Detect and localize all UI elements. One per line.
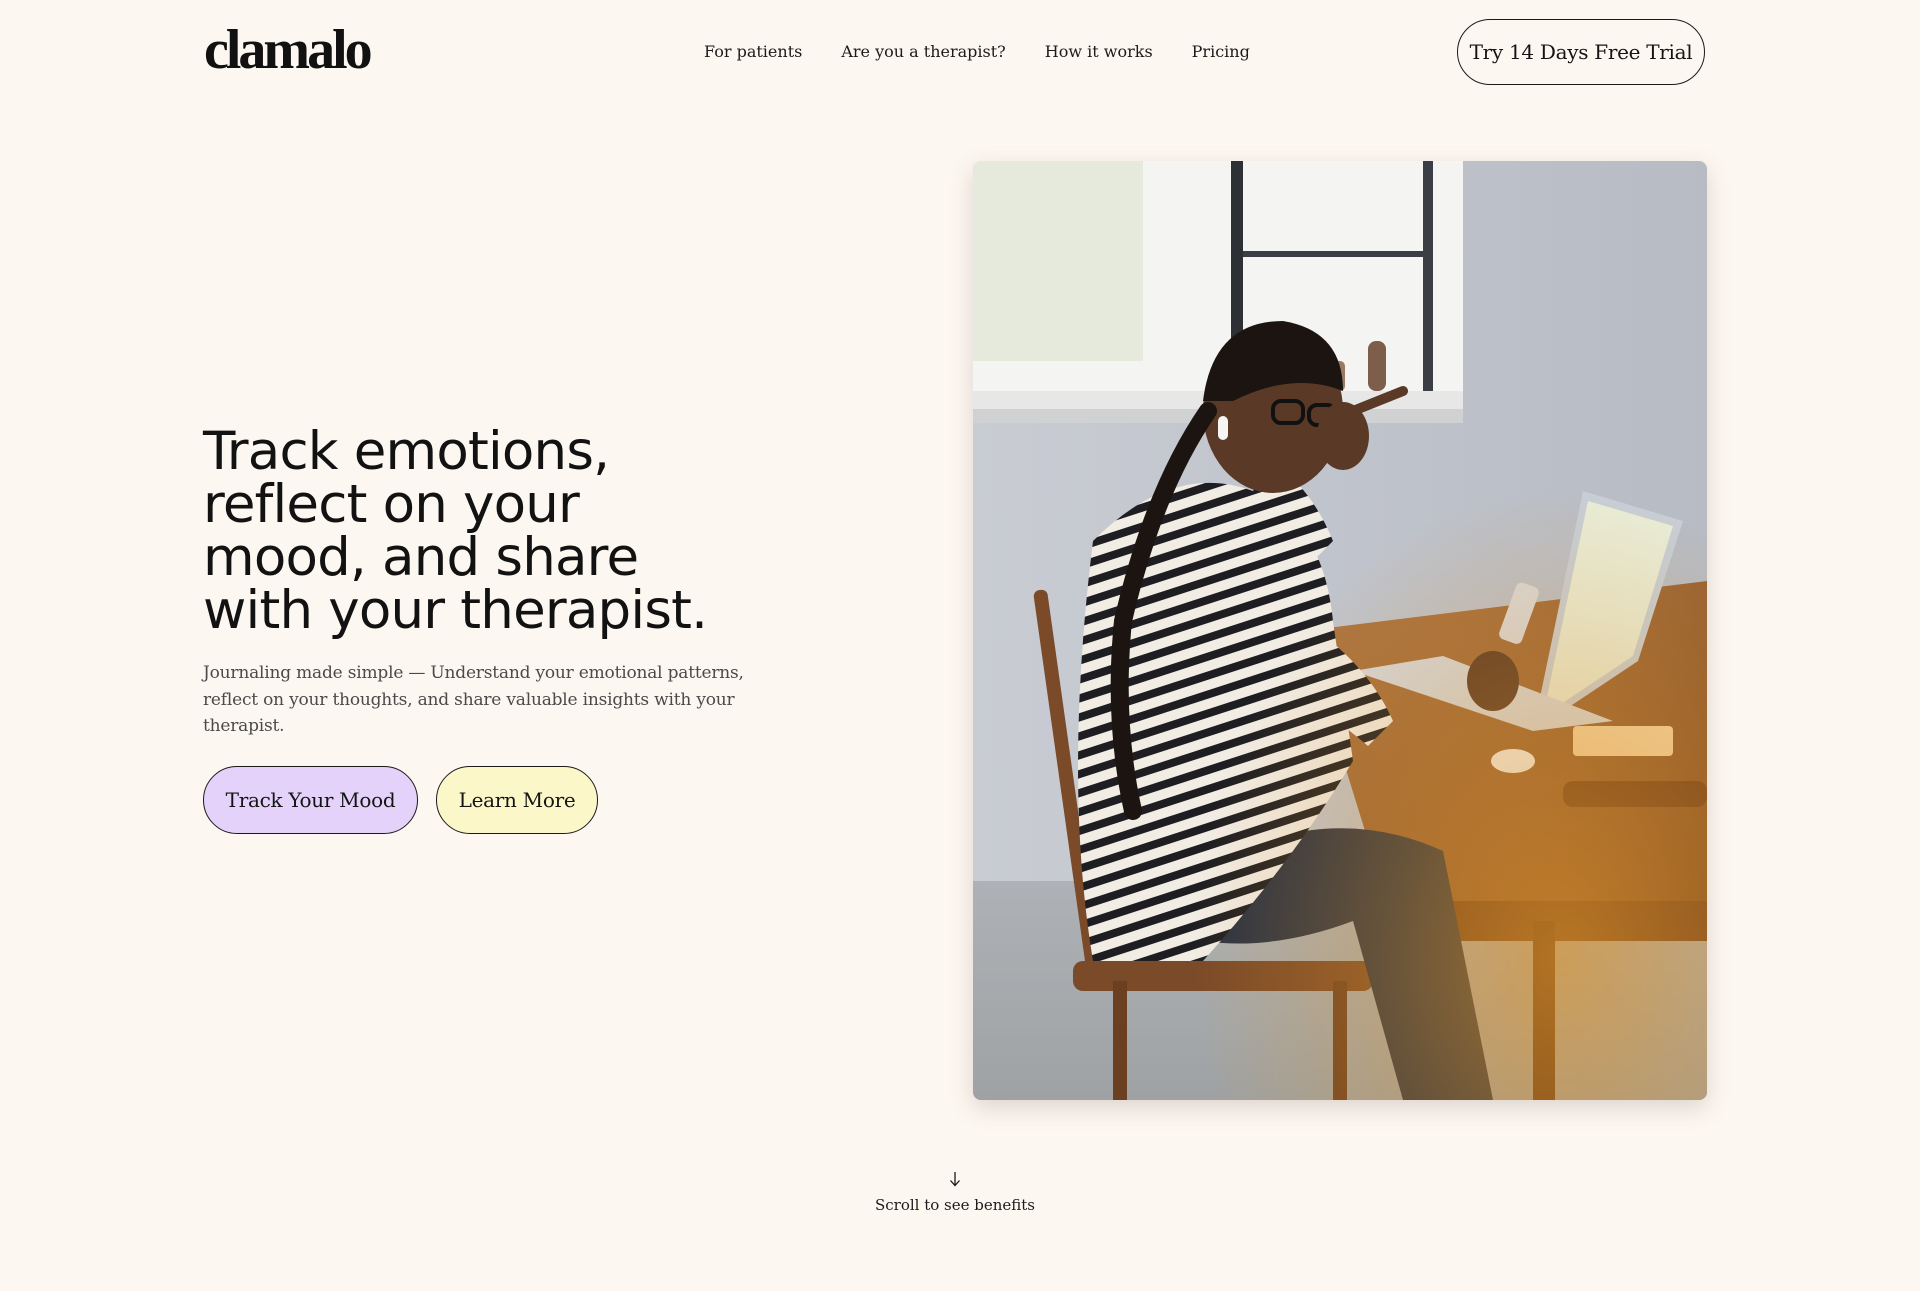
site-header: clamalo For patients Are you a therapist… xyxy=(0,0,1920,104)
hero-cta-row: Track Your Mood Learn More xyxy=(203,766,598,834)
nav-link-for-patients[interactable]: For patients xyxy=(704,40,802,64)
scroll-hint[interactable]: Scroll to see benefits xyxy=(0,1170,1910,1216)
learn-more-button[interactable]: Learn More xyxy=(436,766,598,834)
nav-link-pricing[interactable]: Pricing xyxy=(1192,40,1250,64)
hero-title: Track emotions, reflect on your mood, an… xyxy=(203,425,763,637)
hero-title-line: reflect on your xyxy=(203,474,580,535)
scroll-hint-label: Scroll to see benefits xyxy=(874,1196,1036,1214)
track-mood-button[interactable]: Track Your Mood xyxy=(203,766,418,834)
arrow-down-icon xyxy=(950,1172,960,1187)
hero-photo xyxy=(973,161,1707,1100)
hero-title-line: mood, and share xyxy=(203,527,639,588)
nav-link-how-it-works[interactable]: How it works xyxy=(1045,40,1153,64)
free-trial-button[interactable]: Try 14 Days Free Trial xyxy=(1457,19,1705,85)
brand-logo[interactable]: clamalo xyxy=(204,18,373,82)
hero-subtitle: Journaling made simple — Understand your… xyxy=(203,663,744,736)
hero-title-line: Track emotions, xyxy=(203,421,610,482)
main-nav: For patients Are you a therapist? How it… xyxy=(704,40,1250,64)
hero-title-line: with your therapist. xyxy=(203,580,708,641)
nav-link-therapist[interactable]: Are you a therapist? xyxy=(841,40,1005,64)
